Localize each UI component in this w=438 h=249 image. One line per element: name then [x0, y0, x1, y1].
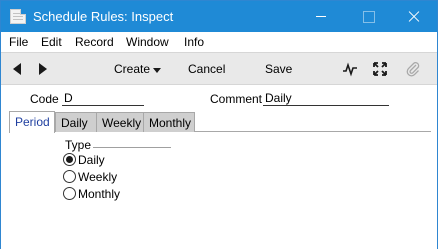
form-content: Code D Comment Daily Period Daily Weekly… — [1, 85, 437, 249]
tab-strip: Period Daily Weekly Monthly — [9, 111, 431, 133]
menu-window[interactable]: Window — [126, 35, 169, 49]
radio-daily-label: Daily — [78, 153, 105, 167]
comment-label: Comment — [210, 92, 263, 106]
title-bar[interactable]: Schedule Rules: Inspect — [1, 1, 437, 32]
type-divider — [93, 147, 171, 148]
comment-field[interactable]: Daily — [263, 91, 389, 106]
tab-weekly[interactable]: Weekly — [96, 112, 146, 132]
back-arrow-icon[interactable] — [13, 63, 21, 75]
cancel-button[interactable]: Cancel — [188, 62, 225, 76]
menu-info[interactable]: Info — [184, 35, 204, 49]
code-label: Code — [30, 92, 59, 106]
menu-record[interactable]: Record — [75, 35, 114, 49]
expand-icon[interactable] — [372, 61, 388, 77]
save-button[interactable]: Save — [265, 62, 292, 76]
create-button[interactable]: Create — [114, 62, 150, 76]
menu-file[interactable]: File — [9, 35, 28, 49]
minimize-button[interactable] — [299, 1, 344, 32]
radio-monthly-label: Monthly — [78, 187, 121, 201]
type-label: Type — [65, 138, 92, 152]
activity-icon[interactable] — [342, 61, 358, 77]
chevron-down-icon[interactable] — [153, 68, 161, 73]
close-button[interactable] — [391, 1, 436, 32]
toolbar: Create Cancel Save — [1, 52, 437, 85]
paperclip-icon[interactable] — [405, 61, 421, 77]
forward-arrow-icon[interactable] — [39, 63, 47, 75]
radio-button[interactable] — [63, 187, 76, 200]
radio-button-checked[interactable] — [63, 153, 76, 166]
radio-weekly-label: Weekly — [78, 170, 118, 184]
window-title: Schedule Rules: Inspect — [33, 9, 174, 24]
radio-button[interactable] — [63, 170, 76, 183]
inspect-window: Schedule Rules: Inspect File Edit Record… — [0, 0, 438, 249]
menu-bar: File Edit Record Window Info — [1, 32, 437, 52]
app-document-icon — [10, 9, 26, 24]
tab-monthly[interactable]: Monthly — [143, 112, 195, 132]
maximize-button[interactable] — [345, 1, 390, 32]
code-field[interactable]: D — [62, 91, 144, 106]
menu-edit[interactable]: Edit — [41, 35, 62, 49]
tab-period[interactable]: Period — [9, 111, 55, 133]
